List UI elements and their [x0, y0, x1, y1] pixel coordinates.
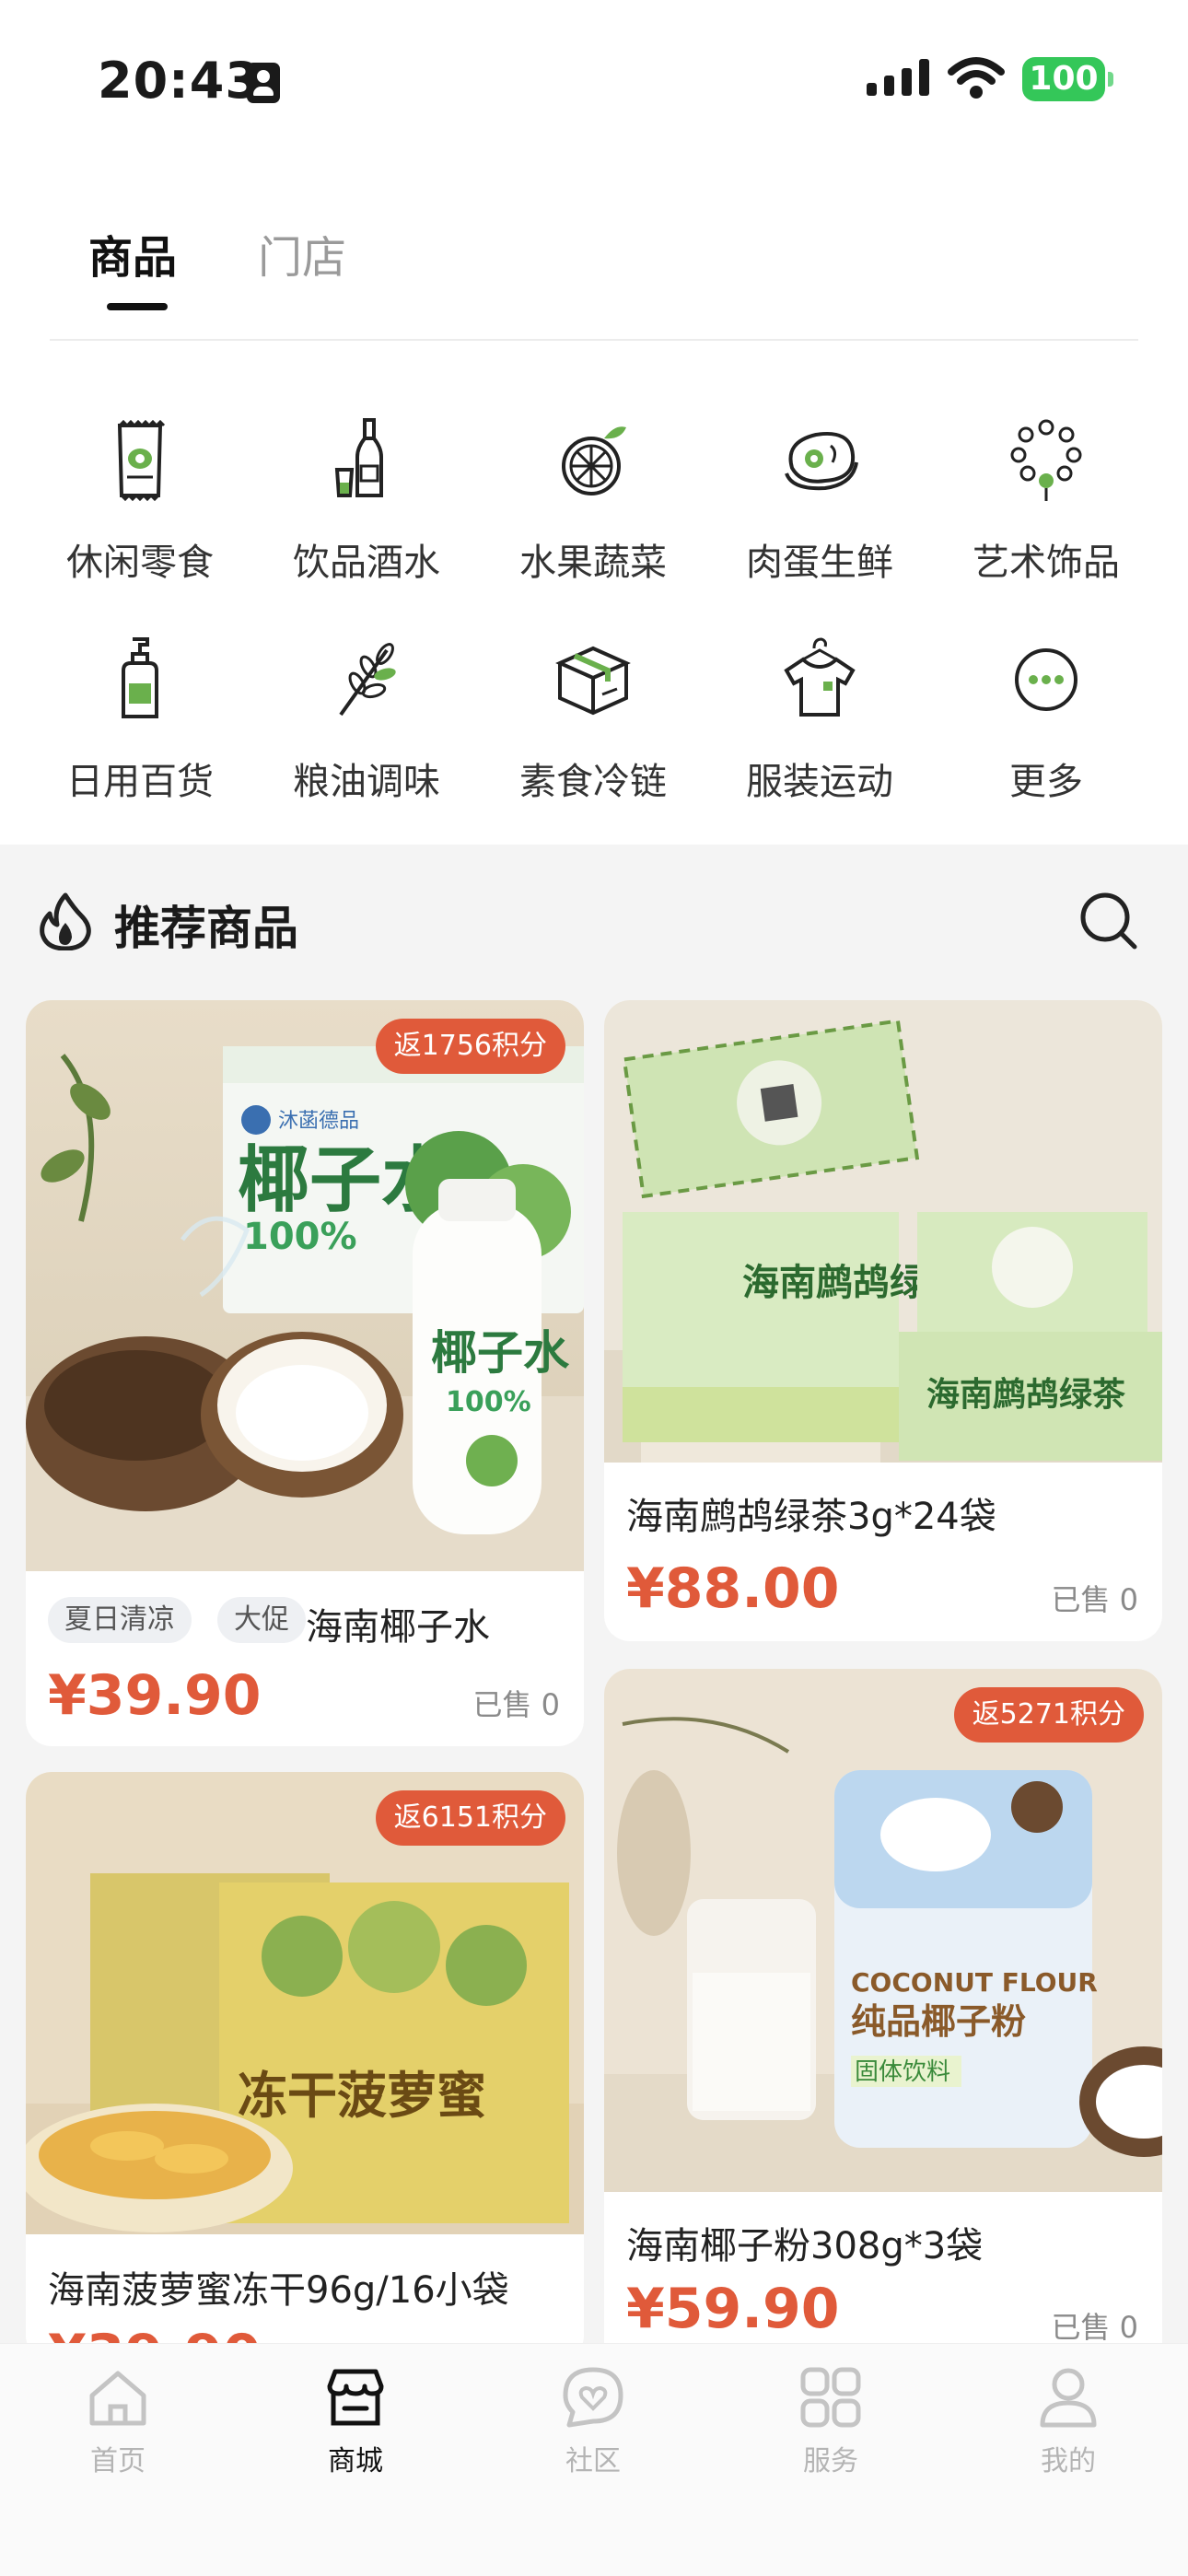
- product-image: COCONUT FLOUR 纯品椰子粉 固体饮料: [604, 1669, 1162, 2192]
- nav-label: 服务: [803, 2445, 858, 2477]
- product-image: 海南鹧鸪绿茶 海南鹧鸪绿茶: [604, 1000, 1162, 1463]
- box-icon: [555, 646, 631, 716]
- nav-label: 社区: [565, 2445, 621, 2477]
- bead-necklace-icon: [1010, 419, 1082, 501]
- category-drinks[interactable]: 饮品酒水: [274, 414, 459, 589]
- category-meat[interactable]: 肉蛋生鲜: [728, 414, 912, 589]
- nav-community[interactable]: 社区: [519, 2364, 667, 2477]
- sold-count: 已售 0: [1051, 2310, 1138, 2345]
- wifi-icon: [948, 57, 1005, 99]
- category-more[interactable]: 更多: [954, 634, 1138, 809]
- svg-text:纯品椰子粉: 纯品椰子粉: [851, 2001, 1026, 2042]
- svg-text:100%: 100%: [446, 1386, 531, 1418]
- section-title: 推荐商品: [114, 902, 298, 955]
- category-snacks[interactable]: 休闲零食: [48, 414, 232, 589]
- tab-stores[interactable]: 门店: [258, 221, 346, 286]
- product-name: 海南菠萝蜜冻干96g/16小袋: [48, 2269, 509, 2312]
- product-name: 海南椰子水: [306, 1606, 490, 1649]
- product-price: ¥59.90: [626, 2277, 840, 2341]
- category-label: 更多: [1009, 761, 1083, 803]
- category-fruits[interactable]: 水果蔬菜: [501, 414, 685, 589]
- product-tag: 夏日清凉: [48, 1597, 192, 1643]
- category-apparel-sports[interactable]: 服装运动: [728, 634, 912, 809]
- contact-card-icon: [247, 63, 280, 103]
- product-name: 海南鹧鸪绿茶3g*24袋: [626, 1496, 996, 1538]
- status-bar: 20:43 100: [0, 0, 1188, 157]
- home-icon: [89, 2371, 146, 2426]
- battery-indicator: 100: [1022, 57, 1105, 101]
- svg-text:沐菡德品: 沐菡德品: [278, 1109, 359, 1132]
- tab-active-indicator: [107, 303, 168, 310]
- points-badge: 返5271积分: [953, 1687, 1144, 1743]
- category-daily-goods[interactable]: 日用百货: [48, 634, 232, 809]
- battery-tip: [1108, 72, 1113, 87]
- category-label: 肉蛋生鲜: [746, 542, 893, 584]
- product-card[interactable]: 沐菡德品 椰子水 100% 椰子水 100% 返1756积分 夏日清凉 大促 海…: [26, 1000, 584, 1746]
- meat-icon: [785, 432, 858, 491]
- heart-chat-icon: [563, 2367, 623, 2428]
- profile-icon: [1040, 2368, 1097, 2428]
- points-badge: 返1756积分: [375, 1019, 565, 1074]
- soap-bottle-icon: [122, 637, 158, 718]
- tab-products[interactable]: 商品: [88, 221, 177, 286]
- category-label: 粮油调味: [293, 761, 440, 803]
- nav-services[interactable]: 服务: [757, 2364, 904, 2477]
- sold-count: 已售 0: [1051, 1582, 1138, 1617]
- product-card[interactable]: 冻干菠萝蜜 返6151积分 海南菠萝蜜冻干96g/16小袋 ¥39.90: [26, 1772, 584, 2361]
- product-image: 沐菡德品 椰子水 100% 椰子水 100%: [26, 1000, 584, 1571]
- points-badge: 返6151积分: [375, 1790, 565, 1846]
- nav-label: 首页: [90, 2445, 146, 2477]
- product-tag: 大促: [217, 1597, 306, 1643]
- category-grain-oil[interactable]: 粮油调味: [274, 634, 459, 809]
- search-icon[interactable]: [1077, 890, 1140, 952]
- category-vegan-cold-chain[interactable]: 素食冷链: [501, 634, 685, 809]
- nav-label: 商城: [328, 2445, 383, 2477]
- nav-profile[interactable]: 我的: [995, 2364, 1142, 2477]
- product-name: 海南椰子粉308g*3袋: [626, 2225, 984, 2267]
- category-label: 饮品酒水: [293, 542, 440, 584]
- svg-text:椰子水: 椰子水: [431, 1326, 570, 1380]
- tabs-divider: [50, 339, 1138, 341]
- category-label: 休闲零食: [66, 542, 214, 584]
- product-price: ¥88.00: [626, 1556, 840, 1621]
- category-art-ornaments[interactable]: 艺术饰品: [954, 414, 1138, 589]
- store-icon: [327, 2369, 384, 2426]
- grid-icon: [800, 2367, 861, 2428]
- category-label: 日用百货: [66, 761, 214, 803]
- bottom-nav: 首页 商城 社区 服务 我的: [0, 2343, 1188, 2576]
- nav-home[interactable]: 首页: [44, 2364, 192, 2477]
- snack-bag-icon: [117, 419, 166, 502]
- more-icon: [1015, 648, 1077, 711]
- lemon-icon: [562, 426, 626, 495]
- category-label: 素食冷链: [519, 761, 667, 803]
- wheat-icon: [339, 643, 396, 717]
- product-card[interactable]: 海南鹧鸪绿茶 海南鹧鸪绿茶 海南鹧鸪绿茶3g*24袋 ¥88.00 已售 0: [604, 1000, 1162, 1641]
- svg-text:冻干菠萝蜜: 冻干菠萝蜜: [238, 2067, 486, 2125]
- product-card[interactable]: COCONUT FLOUR 纯品椰子粉 固体饮料 返5271积分 海南椰子粉30…: [604, 1669, 1162, 2369]
- bottle-icon: [334, 418, 383, 497]
- nav-label: 我的: [1041, 2445, 1096, 2477]
- nav-store[interactable]: 商城: [282, 2364, 429, 2477]
- product-price: ¥39.90: [48, 1663, 262, 1728]
- status-time: 20:43: [98, 52, 261, 110]
- tshirt-icon: [784, 637, 856, 717]
- fire-icon: [40, 892, 91, 950]
- category-label: 水果蔬菜: [519, 542, 667, 584]
- svg-text:100%: 100%: [243, 1216, 357, 1258]
- svg-text:海南鹧鸪绿茶: 海南鹧鸪绿茶: [926, 1376, 1126, 1414]
- signal-icon: [867, 59, 929, 96]
- category-label: 艺术饰品: [973, 542, 1120, 584]
- svg-text:COCONUT FLOUR: COCONUT FLOUR: [851, 1967, 1098, 1998]
- category-label: 服装运动: [746, 761, 893, 803]
- svg-text:固体饮料: 固体饮料: [855, 2058, 950, 2086]
- sold-count: 已售 0: [472, 1687, 560, 1722]
